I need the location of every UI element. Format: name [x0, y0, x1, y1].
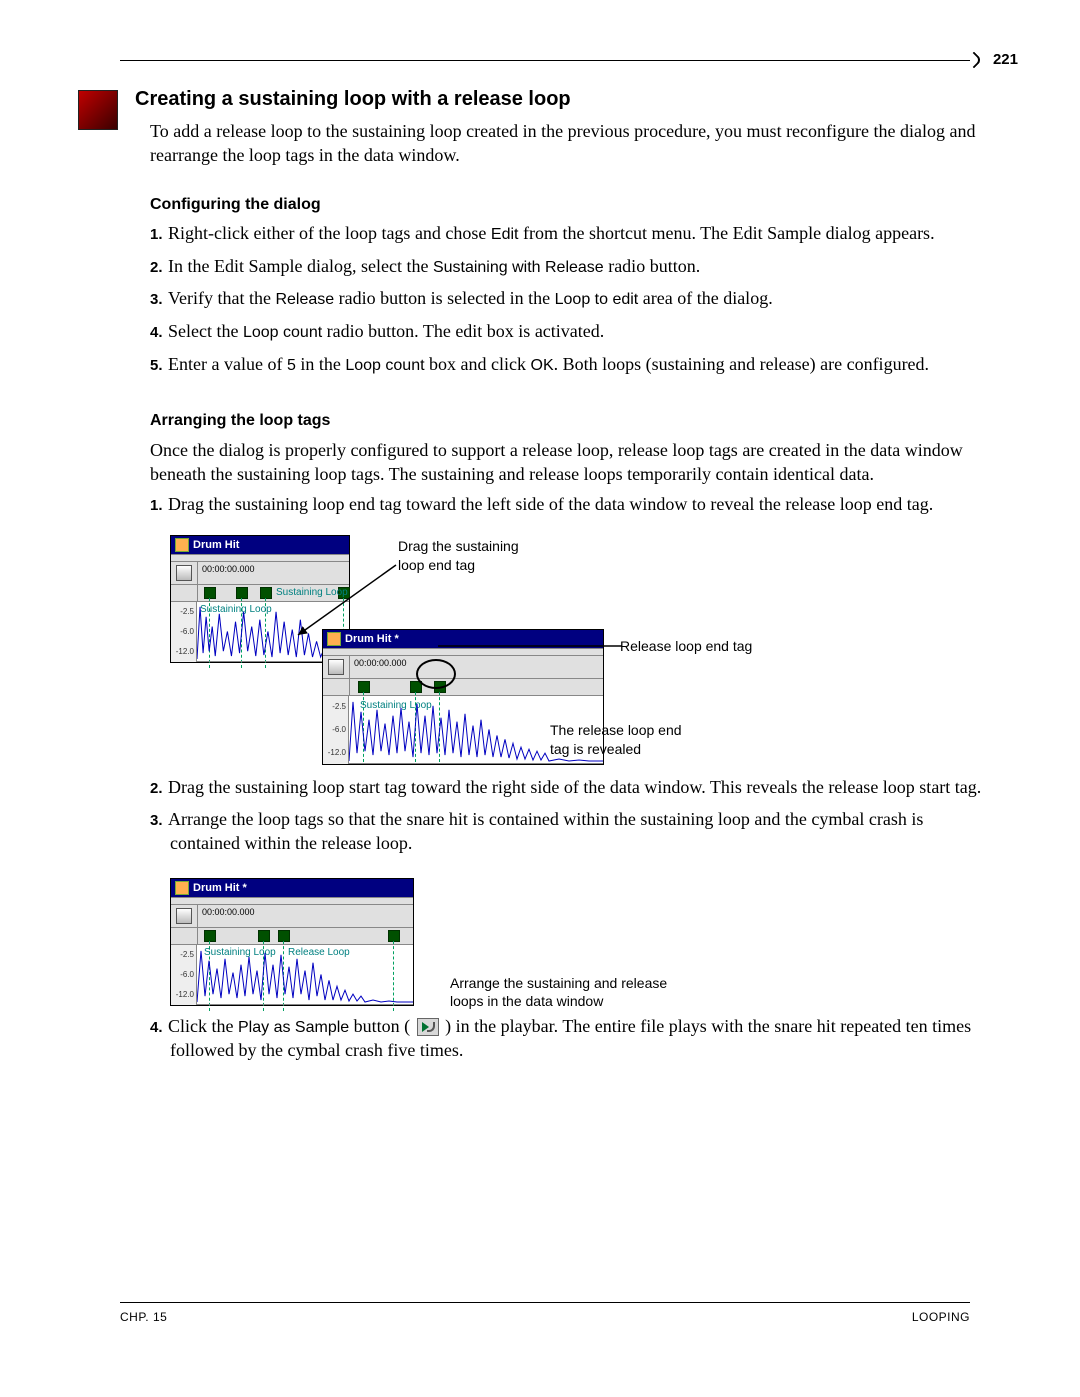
subheading-configuring: Configuring the dialog — [150, 194, 995, 216]
ui-term-loop-to-edit: Loop to edit — [555, 291, 639, 308]
loop-tag-release-end — [388, 930, 400, 942]
loop-tag-sustain-end — [258, 930, 270, 942]
ui-term-release: Release — [275, 291, 334, 308]
window-title: Drum Hit — [193, 538, 239, 553]
arrow-icon — [270, 555, 410, 655]
circle-callout-icon — [416, 659, 456, 689]
content-column: Creating a sustaining loop with a releas… — [135, 80, 995, 1074]
ruler-time: 00:00:00.000 — [354, 657, 407, 669]
tool-icon — [176, 908, 192, 924]
ui-term-play-as-sample: Play as Sample — [238, 1019, 349, 1036]
window-title: Drum Hit * — [193, 881, 247, 896]
section-title: Creating a sustaining loop with a releas… — [135, 86, 995, 113]
window-titlebar: Drum Hit * — [171, 879, 413, 898]
step-5: 5.Enter a value of 5 in the Loop count b… — [170, 352, 995, 385]
window-titlebar: Drum Hit — [171, 536, 349, 555]
ui-term-ok: OK — [531, 357, 554, 374]
top-rule — [120, 60, 970, 61]
ui-term-loop-count: Loop count — [243, 324, 322, 341]
arr-step-4: 4.Click the Play as Sample button ( ) in… — [170, 1014, 995, 1071]
anno-drag-sustaining: Drag the sustainingloop end tag — [398, 537, 519, 575]
steps-arranging-1: 1.Drag the sustaining loop end tag towar… — [150, 492, 995, 524]
step-1: 1.Right-click either of the loop tags an… — [170, 221, 995, 254]
db-axis: -2.5 -6.0 -12.0 — [171, 602, 197, 662]
ui-term-sustaining-with-release: Sustaining with Release — [433, 259, 604, 276]
steps-arranging-2: 2.Drag the sustaining loop start tag tow… — [150, 775, 995, 864]
step-2: 2.In the Edit Sample dialog, select the … — [170, 254, 995, 287]
page-number-ornament — [966, 52, 983, 69]
ui-term-edit: Edit — [491, 226, 519, 243]
footer-chapter: CHP. 15 — [120, 1309, 167, 1325]
anno-release-loop-end-tag: Release loop end tag — [620, 637, 752, 656]
play-as-sample-icon — [417, 1018, 439, 1036]
window-drum-hit-final: Drum Hit * 00:00:00.000 Sustaining Loop — [170, 878, 414, 1007]
subheading-arranging: Arranging the loop tags — [150, 410, 995, 432]
ruler-time: 00:00:00.000 — [202, 563, 255, 575]
waveform — [197, 945, 413, 1005]
tool-icon — [328, 659, 344, 675]
arr-step-3: 3.Arrange the loop tags so that the snar… — [170, 807, 995, 864]
loop-tag-sustain-start — [204, 930, 216, 942]
ui-value-5: 5 — [287, 357, 296, 374]
figure-arranged-loops: Drum Hit * 00:00:00.000 Sustaining Loop — [170, 878, 995, 1008]
tool-icon — [176, 565, 192, 581]
window-icon — [175, 881, 189, 895]
step-3: 3.Verify that the Release radio button i… — [170, 286, 995, 319]
bottom-rule — [120, 1302, 970, 1303]
intro-paragraph: To add a release loop to the sustaining … — [150, 119, 995, 168]
arr-step-2: 2.Drag the sustaining loop start tag tow… — [170, 775, 995, 807]
loop-tag-release-start — [236, 587, 248, 599]
callout-line — [438, 643, 622, 649]
ruler-time: 00:00:00.000 — [202, 906, 255, 918]
arr-step-1: 1.Drag the sustaining loop end tag towar… — [170, 492, 995, 524]
steps-configuring: 1.Right-click either of the loop tags an… — [150, 221, 995, 384]
anno-arrange-loops: Arrange the sustaining and releaseloops … — [450, 974, 667, 1012]
steps-arranging-3: 4.Click the Play as Sample button ( ) in… — [150, 1014, 995, 1071]
db-axis: -2.5 -6.0 -12.0 — [323, 696, 349, 764]
margin-badge-icon — [78, 90, 118, 130]
page-number: 221 — [993, 50, 1018, 70]
ui-term-loop-count-box: Loop count — [345, 357, 424, 374]
window-icon — [175, 538, 189, 552]
db-axis: -2.5 -6.0 -12.0 — [171, 945, 197, 1005]
anno-release-revealed: The release loop endtag is revealed — [550, 721, 682, 759]
intro2-paragraph: Once the dialog is properly configured t… — [150, 438, 995, 487]
loop-tag-sustain-start — [358, 681, 370, 693]
loop-tag-sustain-start — [204, 587, 216, 599]
figure-sustaining-release: Drum Hit 00:00:00.000 Sustaining Loop — [170, 535, 995, 765]
step-4: 4.Select the Loop count radio button. Th… — [170, 319, 995, 352]
loop-tag-release-start — [278, 930, 290, 942]
footer-section: LOOPING — [912, 1309, 970, 1325]
page: 221 Creating a sustaining loop with a re… — [0, 0, 1080, 1397]
